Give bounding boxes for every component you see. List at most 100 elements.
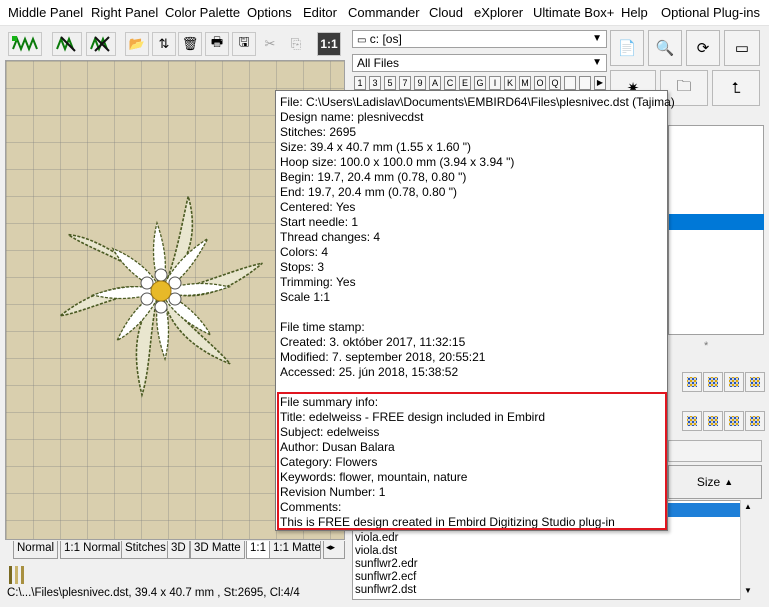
tab-3d[interactable]: 3D (167, 541, 190, 559)
pattern-button[interactable] (745, 372, 765, 392)
stitch-icon (12, 36, 38, 52)
move-button[interactable]: ⇅ (152, 32, 176, 56)
letter-filter-3[interactable]: 3 (369, 76, 381, 90)
tab-normal[interactable]: Normal (13, 541, 59, 559)
menu-middle-panel[interactable]: Middle Panel (8, 5, 83, 20)
delete-stitch-button[interactable] (86, 32, 116, 56)
delete-file-button[interactable]: 🗑 (178, 32, 202, 56)
list-item[interactable]: viola.dst (355, 545, 397, 557)
refresh-button[interactable]: ⟳ (686, 30, 720, 66)
size-button-label: Size (696, 475, 721, 489)
drive-icon: ▭ (357, 35, 367, 46)
file-info-button[interactable]: 📄 (610, 30, 644, 66)
file-filter-select[interactable]: All Files ▼ (352, 54, 607, 72)
copy-button[interactable]: ⎘ (284, 32, 308, 56)
letter-filter-c[interactable]: C (444, 76, 456, 90)
tooltip-line: Size: 39.4 x 40.7 mm (1.55 x 1.60 ") (280, 140, 472, 154)
letter-filter-k[interactable]: K (504, 76, 516, 90)
list-item[interactable]: sunflwr2.edr (355, 558, 418, 570)
document-icon: 📄 (617, 40, 637, 57)
tab-3d-matte[interactable]: 3D Matte (190, 541, 245, 559)
file-info-tooltip: File: C:\Users\Ladislav\Documents\EMBIRD… (275, 90, 675, 531)
menu-optional-plugins[interactable]: Optional Plug-ins (661, 5, 760, 20)
drive-value: c: [os] (369, 32, 402, 46)
pattern-button[interactable] (682, 411, 702, 431)
list-item[interactable]: sunflwr2.ecf (355, 571, 416, 583)
tooltip-line: Stitches: 2695 (280, 125, 357, 139)
menu-editor[interactable]: Editor (303, 5, 337, 20)
sort-up-icon: ▲ (724, 477, 734, 487)
zoom-button[interactable]: 🔍 (648, 30, 682, 66)
tooltip-line: Colors: 4 (280, 245, 329, 259)
color-thumbnail (9, 566, 35, 584)
pattern-button[interactable] (682, 372, 702, 392)
menu-ultimate-box[interactable]: Ultimate Box+ (533, 5, 614, 20)
letter-filter-a[interactable]: A (429, 76, 441, 90)
pattern-button[interactable] (724, 411, 744, 431)
list-item[interactable]: viola.edr (355, 532, 398, 544)
view-tabs: Normal 1:1 Normal Stitches 3D 3D Matte 1… (5, 541, 345, 559)
parent-folder-button[interactable]: ⮤ (712, 70, 760, 106)
refresh-icon: ⟳ (696, 40, 710, 57)
letter-filter-9[interactable]: 9 (414, 76, 426, 90)
drive-select[interactable]: ▭ c: [os] ▼ (352, 30, 607, 48)
print-button[interactable]: 🖶 (205, 32, 229, 56)
drive-button[interactable]: ▭ (724, 30, 760, 66)
menu-explorer[interactable]: eXplorer (474, 5, 523, 20)
cut-button[interactable]: ✂ (258, 32, 282, 56)
letter-filter-o[interactable]: O (534, 76, 546, 90)
stitch-view-button[interactable] (8, 32, 42, 56)
letter-filter-q[interactable]: Q (549, 76, 561, 90)
list-item[interactable]: sunflwr2.dst (355, 584, 416, 596)
open-file-button[interactable]: 📂 (125, 32, 149, 56)
letter-filter-more-2[interactable] (579, 76, 591, 90)
letter-filter-5[interactable]: 5 (384, 76, 396, 90)
letter-filter-g[interactable]: G (474, 76, 486, 90)
copy-icon: ⎘ (290, 36, 302, 51)
letter-scroll-right-icon[interactable]: ▶ (594, 76, 606, 90)
folder-icon: 🗀 (676, 77, 692, 95)
menu-cloud[interactable]: Cloud (429, 5, 463, 20)
folder-tree[interactable] (668, 125, 764, 335)
pattern-button[interactable] (703, 411, 723, 431)
option-bar[interactable] (668, 440, 762, 462)
pattern-button[interactable] (745, 411, 765, 431)
tooltip-line: End: 19.7, 20.4 mm (0.78, 0.80 ") (280, 185, 458, 199)
tooltip-line: Modified: 7. september 2018, 20:55:21 (280, 350, 486, 364)
tooltip-line: Created: 3. október 2017, 11:32:15 (280, 335, 466, 349)
menu-help[interactable]: Help (621, 5, 648, 20)
letter-filter-1[interactable]: 1 (354, 76, 366, 90)
scroll-down-icon[interactable]: ▼ (744, 586, 752, 595)
letter-filter-m[interactable]: M (519, 76, 531, 90)
cut-stitch-icon (90, 36, 110, 52)
scissors-icon: ✂ (264, 36, 276, 51)
tooltip-line: Thread changes: 4 (280, 230, 381, 244)
menu-right-panel[interactable]: Right Panel (91, 5, 158, 20)
tab-1-1[interactable]: 1:1 (246, 541, 270, 559)
filter-value: All Files (357, 56, 400, 70)
selected-folder-row[interactable] (669, 214, 764, 230)
menu-color-palette[interactable]: Color Palette (165, 5, 240, 20)
tab-stitches[interactable]: Stitches (121, 541, 170, 559)
sort-by-size-button[interactable]: Size ▲ (668, 465, 762, 499)
tab-1-1-normal[interactable]: 1:1 Normal (60, 541, 125, 559)
menu-options[interactable]: Options (247, 5, 292, 20)
file-list-scrollbar[interactable]: ▲ ▼ (740, 500, 756, 600)
letter-filter-e[interactable]: E (459, 76, 471, 90)
tooltip-line: Hoop size: 100.0 x 100.0 mm (3.94 x 3.94… (280, 155, 515, 169)
pattern-button[interactable] (703, 372, 723, 392)
tab-scroll-arrows[interactable]: ◂▸ (323, 541, 345, 559)
select-tool-button[interactable] (52, 32, 82, 56)
tab-1-1-matte[interactable]: 1:1 Matte (269, 541, 321, 559)
letter-filter-i[interactable]: I (489, 76, 501, 90)
asterisk-marker: * (704, 340, 709, 352)
save-button[interactable]: 🖫 (232, 32, 256, 56)
tooltip-line: Start needle: 1 (280, 215, 359, 229)
scale-1-1-button[interactable]: 1:1 (317, 32, 341, 56)
letter-filter-more[interactable] (564, 76, 576, 90)
scroll-up-icon[interactable]: ▲ (744, 502, 752, 511)
tooltip-line: File: C:\Users\Ladislav\Documents\EMBIRD… (280, 95, 675, 109)
menu-commander[interactable]: Commander (348, 5, 420, 20)
pattern-button[interactable] (724, 372, 744, 392)
letter-filter-7[interactable]: 7 (399, 76, 411, 90)
